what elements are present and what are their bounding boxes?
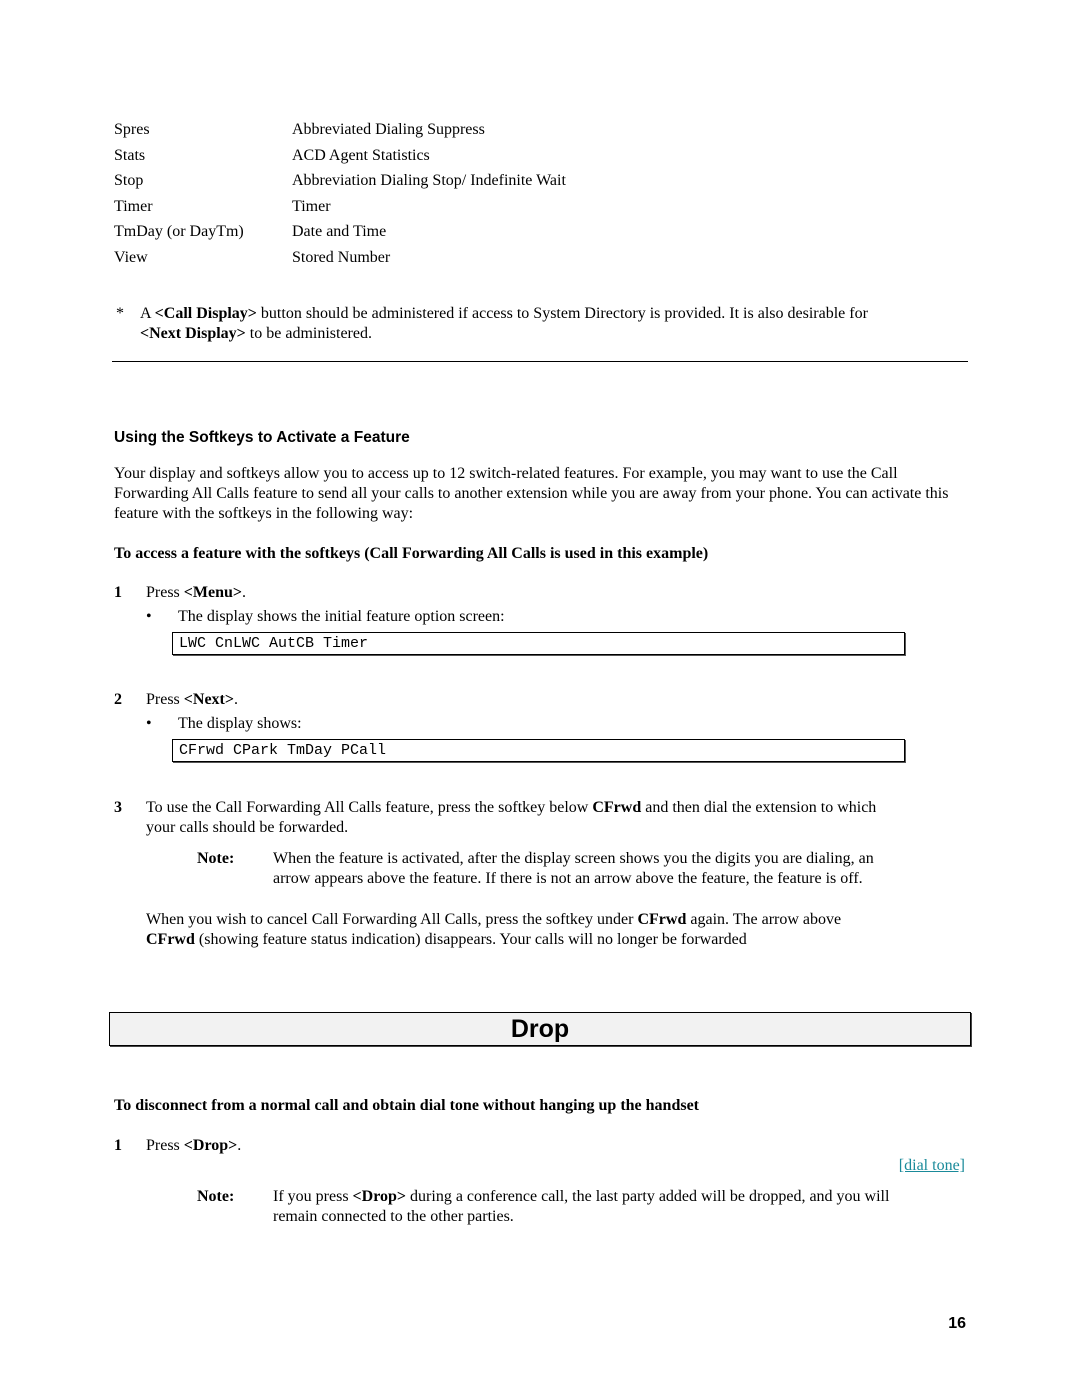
intro-paragraph: Your display and softkeys allow you to a…	[114, 465, 949, 522]
note-line-2: remain connected to the other parties.	[273, 1208, 514, 1225]
cancel-line-2: CFrwd (showing feature status indication…	[146, 931, 747, 948]
menu-key: <Menu>	[183, 584, 243, 601]
step-text-line-2: your calls should be forwarded.	[146, 819, 349, 836]
step-number: 1	[114, 1137, 122, 1154]
note-line-1: When the feature is activated, after the…	[273, 850, 874, 867]
note-line-2: arrow appears above the feature. If ther…	[273, 870, 863, 887]
abbreviation-description: Date and Time	[292, 223, 387, 240]
display-screen: LWC CnLWC AutCB Timer	[172, 632, 905, 655]
note-line-1: If you press <Drop> during a conference …	[273, 1188, 890, 1205]
cfrwd-key: CFrwd	[592, 799, 642, 816]
abbreviation-description: Abbreviation Dialing Stop/ Indefinite Wa…	[292, 172, 566, 189]
dial-tone-link[interactable]: [dial tone]	[899, 1156, 965, 1176]
abbreviation: Stop	[114, 172, 144, 189]
procedure-title: To access a feature with the softkeys (C…	[114, 545, 709, 562]
step-text: Press <Next>.	[146, 691, 238, 708]
drop-procedure-title: To disconnect from a normal call and obt…	[114, 1097, 699, 1114]
abbreviation: Spres	[114, 121, 150, 138]
section-divider	[112, 361, 968, 362]
bullet-icon: •	[146, 715, 152, 732]
abbreviation-description: Abbreviated Dialing Suppress	[292, 121, 485, 138]
step-number: 3	[114, 799, 122, 816]
bullet-icon: •	[146, 608, 152, 625]
abbreviation: Stats	[114, 147, 146, 164]
bullet-text: The display shows the initial feature op…	[178, 608, 505, 625]
next-display-key: <Next Display>	[140, 325, 246, 342]
abbreviation-description: Stored Number	[292, 249, 391, 266]
step-text-line-1: To use the Call Forwarding All Calls fea…	[146, 799, 877, 816]
bullet-text: The display shows:	[178, 715, 302, 732]
abbreviation-description: ACD Agent Statistics	[292, 147, 430, 164]
section-heading: Using the Softkeys to Activate a Feature	[114, 429, 410, 446]
drop-key: <Drop>	[183, 1137, 238, 1154]
abbreviation: View	[114, 249, 148, 266]
next-key: <Next>	[183, 691, 234, 708]
call-display-key: <Call Display>	[154, 305, 257, 322]
step-text: Press <Menu>.	[146, 584, 247, 601]
page-number: 16	[948, 1315, 966, 1332]
footnote-line-1: A <Call Display> button should be admini…	[140, 305, 868, 322]
note-label: Note:	[197, 850, 235, 867]
section-banner-drop: Drop	[109, 1012, 971, 1046]
step-text: Press <Drop>.	[146, 1137, 242, 1154]
step-number: 2	[114, 691, 122, 708]
abbreviation: TmDay (or DayTm)	[114, 223, 244, 240]
abbreviation-description: Timer	[292, 198, 331, 215]
display-screen: CFrwd CPark TmDay PCall	[172, 739, 905, 762]
abbreviation: Timer	[114, 198, 153, 215]
step-number: 1	[114, 584, 122, 601]
note-label: Note:	[197, 1188, 235, 1205]
cancel-line-1: When you wish to cancel Call Forwarding …	[146, 911, 842, 928]
footnote-line-2: <Next Display> to be administered.	[140, 325, 372, 342]
footnote-marker: *	[116, 305, 124, 322]
